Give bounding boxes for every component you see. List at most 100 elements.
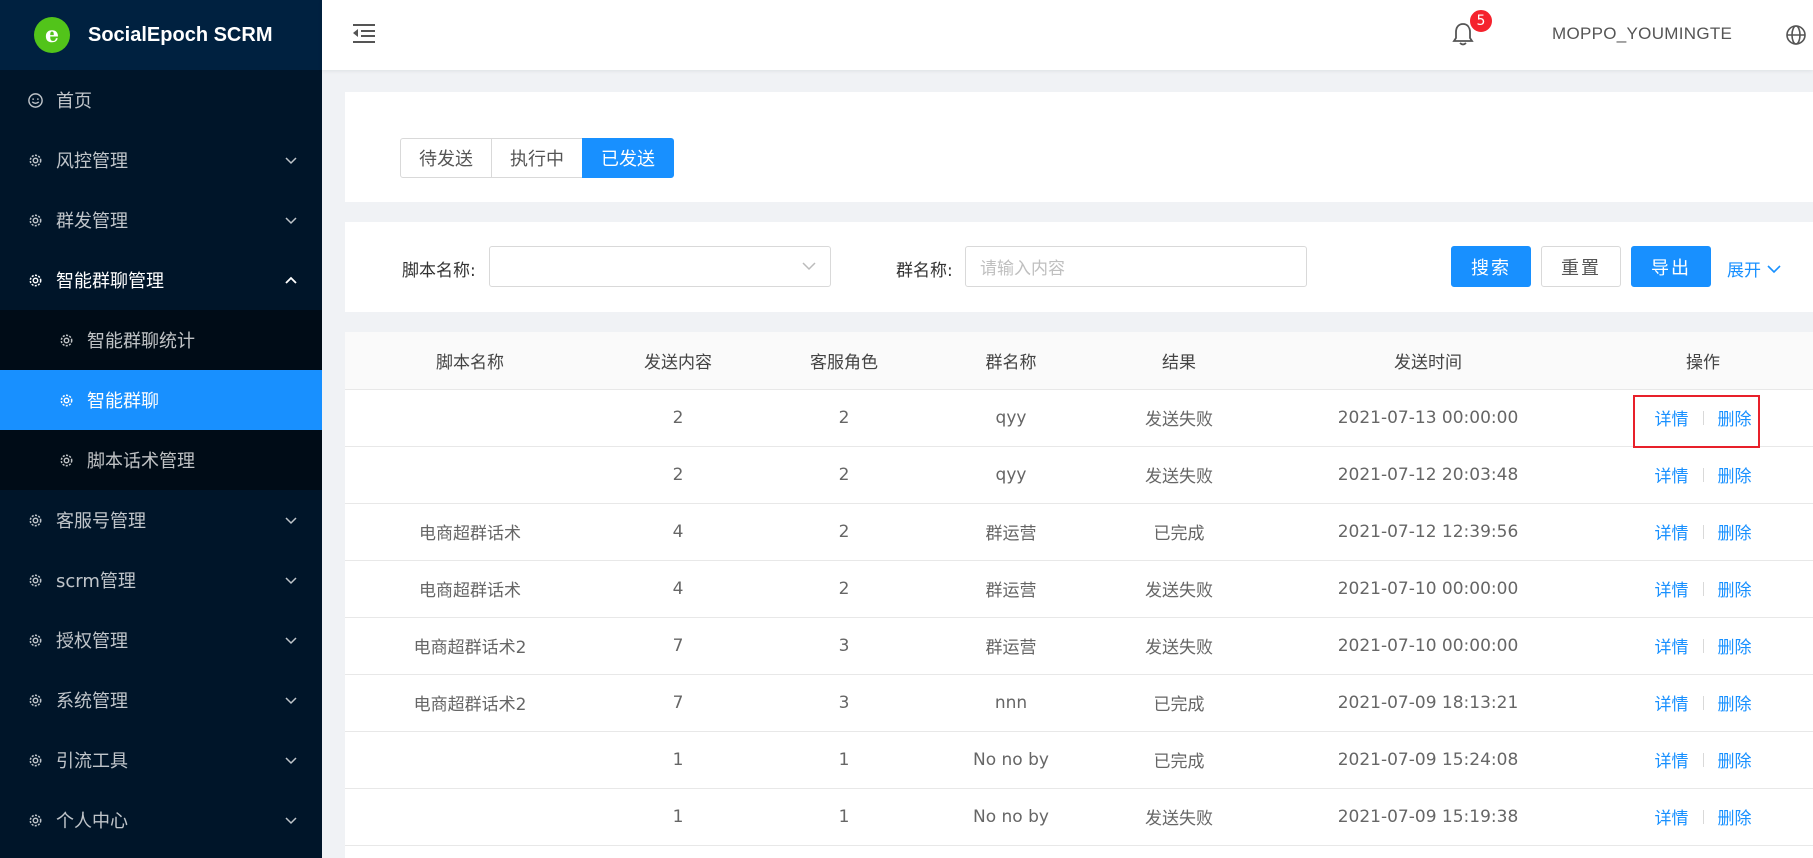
table-cell: 2 <box>595 389 761 447</box>
script-name-select[interactable] <box>489 246 831 287</box>
table-cell: 1 <box>761 731 927 789</box>
gear-icon <box>57 451 75 469</box>
table-row: 电商超群话术 4 2 群运营 已完成 2021-07-12 12:39:56 详情 删除 <box>345 503 1813 561</box>
table-cell: 电商超群话术 <box>345 503 595 561</box>
detail-link[interactable]: 详情 <box>1655 747 1689 772</box>
table-cell: 2 <box>761 446 927 504</box>
sidebar-item[interactable]: 系统管理 <box>0 670 322 730</box>
submenu-item[interactable]: 智能群聊 <box>0 370 322 430</box>
sidebar-item[interactable]: scrm管理 <box>0 550 322 610</box>
table-body: 2 2 qyy 发送失败 2021-07-13 00:00:00 详情 删除 2 2 qyy 发送失… <box>345 389 1813 846</box>
divider <box>1702 695 1704 710</box>
table-cell: nnn <box>927 674 1095 732</box>
table-cell: 发送失败 <box>1095 560 1263 618</box>
column-header: 群名称 <box>927 332 1095 390</box>
table-cell: 群运营 <box>927 503 1095 561</box>
detail-link[interactable]: 详情 <box>1655 405 1689 430</box>
menu-fold-icon[interactable] <box>351 20 377 46</box>
table-cell: No no by <box>927 788 1095 846</box>
sidebar-item[interactable]: 首页 <box>0 70 322 130</box>
delete-link[interactable]: 删除 <box>1718 405 1752 430</box>
sidebar-item-label: 群发管理 <box>56 211 128 232</box>
detail-link[interactable]: 详情 <box>1655 633 1689 658</box>
table-cell: 已完成 <box>1095 731 1263 789</box>
sidebar-menu: 首页风控管理群发管理智能群聊管理智能群聊统计智能群聊脚本话术管理客服号管理 scr… <box>0 70 322 850</box>
search-button[interactable]: 搜索 <box>1451 246 1531 287</box>
gear-icon <box>26 511 44 529</box>
sidebar-item-label: 系统管理 <box>56 691 128 712</box>
detail-link[interactable]: 详情 <box>1655 576 1689 601</box>
detail-link[interactable]: 详情 <box>1655 804 1689 829</box>
actions-cell: 详情 删除 <box>1593 674 1813 732</box>
table-cell: 7 <box>595 674 761 732</box>
delete-link[interactable]: 删除 <box>1718 462 1752 487</box>
globe-icon[interactable] <box>1785 24 1807 46</box>
sidebar-item[interactable]: 群发管理 <box>0 190 322 250</box>
group-name-input[interactable]: 请输入内容 <box>965 246 1307 287</box>
row-actions: 详情 删除 <box>1655 519 1752 544</box>
table-cell: 2021-07-12 12:39:56 <box>1263 503 1593 561</box>
sidebar-item-label: scrm管理 <box>56 571 136 592</box>
sidebar-item-label: 个人中心 <box>56 811 128 832</box>
detail-link[interactable]: 详情 <box>1655 519 1689 544</box>
sidebar-item[interactable]: 个人中心 <box>0 790 322 850</box>
delete-link[interactable]: 删除 <box>1718 747 1752 772</box>
sidebar-item-label: 智能群聊管理 <box>56 271 164 292</box>
table-cell: 4 <box>595 560 761 618</box>
status-tab[interactable]: 待发送 <box>400 138 492 178</box>
chevron-up-icon <box>285 276 297 284</box>
delete-link[interactable]: 删除 <box>1718 633 1752 658</box>
status-tabs-card: 待发送 执行中 已发送 <box>345 92 1813 202</box>
table-row: 1 1 No no by 发送失败 2021-07-09 15:19:38 详情 删除 <box>345 788 1813 846</box>
top-header: 5 MOPPO_YOUMINGTE <box>322 0 1813 70</box>
actions-cell: 详情 删除 <box>1593 389 1813 447</box>
logo[interactable]: e SocialEpoch SCRM <box>0 0 322 70</box>
sidebar-item-label: 首页 <box>56 91 92 112</box>
status-tab[interactable]: 执行中 <box>491 138 583 178</box>
gear-icon <box>26 211 44 229</box>
reset-button[interactable]: 重置 <box>1541 246 1621 287</box>
actions-cell: 详情 删除 <box>1593 731 1813 789</box>
delete-link[interactable]: 删除 <box>1718 576 1752 601</box>
group-name-label: 群名称: <box>896 261 953 281</box>
detail-link[interactable]: 详情 <box>1655 462 1689 487</box>
table-cell: 2 <box>761 503 927 561</box>
table-cell: qyy <box>927 446 1095 504</box>
column-header: 脚本名称 <box>345 332 595 390</box>
submenu-item[interactable]: 脚本话术管理 <box>0 430 322 490</box>
table-cell: 3 <box>761 617 927 675</box>
submenu-item-label: 脚本话术管理 <box>87 451 195 472</box>
sidebar: e SocialEpoch SCRM 首页风控管理群发管理智能群聊管理智能群聊统… <box>0 0 322 858</box>
table-cell: 2 <box>595 446 761 504</box>
table-cell <box>345 788 595 846</box>
chevron-down-icon <box>285 157 297 165</box>
chevron-down-icon <box>285 517 297 525</box>
sidebar-item[interactable]: 智能群聊管理 <box>0 250 322 310</box>
detail-link[interactable]: 详情 <box>1655 690 1689 715</box>
username[interactable]: MOPPO_YOUMINGTE <box>1552 24 1732 44</box>
actions-cell: 详情 删除 <box>1593 446 1813 504</box>
table-cell: 发送失败 <box>1095 617 1263 675</box>
divider <box>1702 467 1704 482</box>
delete-link[interactable]: 删除 <box>1718 690 1752 715</box>
status-tab[interactable]: 已发送 <box>582 138 674 178</box>
export-button[interactable]: 导出 <box>1631 246 1711 287</box>
delete-link[interactable]: 删除 <box>1718 804 1752 829</box>
sidebar-item[interactable]: 引流工具 <box>0 730 322 790</box>
table-cell: 3 <box>761 674 927 732</box>
sidebar-item[interactable]: 风控管理 <box>0 130 322 190</box>
expand-link[interactable]: 展开 <box>1727 256 1781 281</box>
app-title: SocialEpoch SCRM <box>88 23 273 46</box>
sidebar-item[interactable]: 授权管理 <box>0 610 322 670</box>
submenu-item[interactable]: 智能群聊统计 <box>0 310 322 370</box>
table-row: 电商超群话术2 7 3 群运营 发送失败 2021-07-10 00:00:00 详情 删除 <box>345 617 1813 675</box>
gear-icon <box>26 571 44 589</box>
table-header-row: 脚本名称 发送内容 客服角色 群名称 结果 发送时间 操作 <box>345 332 1813 390</box>
sidebar-item-label: 风控管理 <box>56 151 128 172</box>
delete-link[interactable]: 删除 <box>1718 519 1752 544</box>
table-cell: 2021-07-12 20:03:48 <box>1263 446 1593 504</box>
sidebar-item[interactable]: 客服号管理 <box>0 490 322 550</box>
gear-icon <box>57 391 75 409</box>
table-row: 2 2 qyy 发送失败 2021-07-13 00:00:00 详情 删除 <box>345 389 1813 447</box>
submenu-item-label: 智能群聊 <box>87 391 159 412</box>
